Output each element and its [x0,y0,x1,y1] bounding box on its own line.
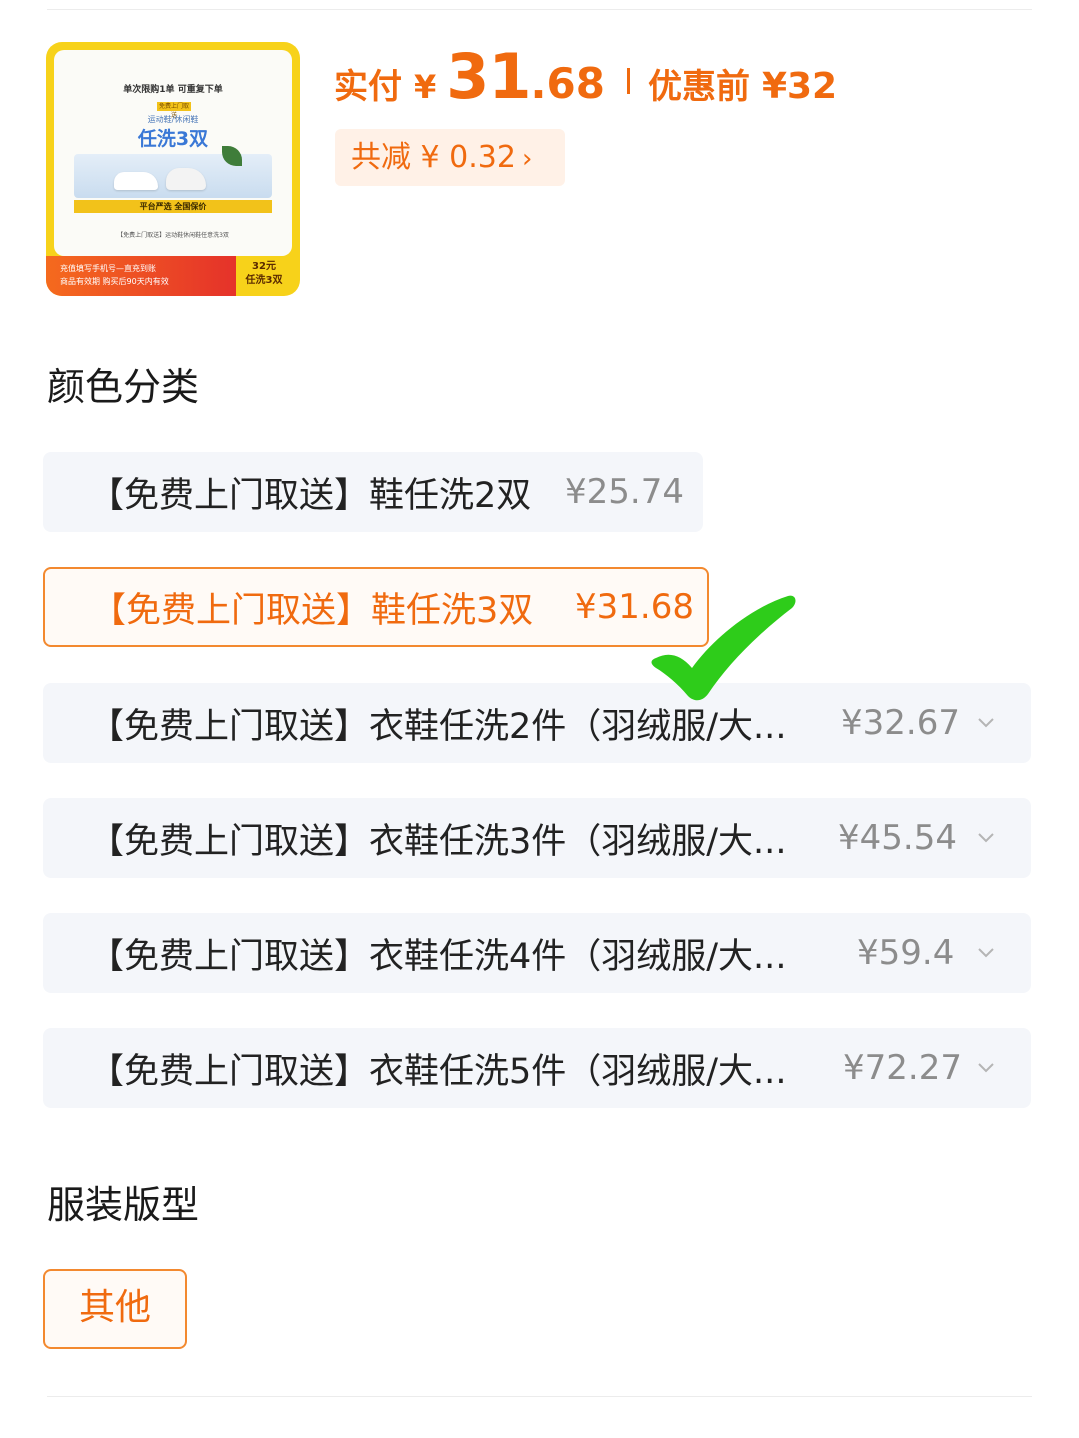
color-option[interactable]: 【免费上门取送】衣鞋任洗2件（羽绒服/大... ¥32.67 [43,683,1031,763]
option-name: 【免费上门取送】衣鞋任洗3件（羽绒服/大... [89,821,787,862]
original-price: ¥32 [761,66,838,107]
badge-line-1: 32元 [252,261,276,272]
discount-detail-button[interactable]: 共减 ¥ 0.32 › [335,129,565,186]
banner-line-2: 商品有效期 购买后90天内有效 [60,277,169,286]
option-price: ¥45.54 [838,818,957,858]
option-name: 【免费上门取送】鞋任洗3双 [91,590,534,631]
chevron-down-icon[interactable] [977,1059,995,1077]
option-price: ¥72.27 [843,1048,962,1088]
product-image-headline: 单次限购1单 可重复下单 [123,85,223,95]
price-separator [626,68,630,94]
green-check-mark-icon [651,595,796,701]
color-option[interactable]: 【免费上门取送】衣鞋任洗4件（羽绒服/大... ¥59.4 [43,913,1031,993]
currency-symbol: ¥ [414,68,437,106]
banner-line-1: 充值填写手机号—直充到账 [60,264,156,273]
product-image-badge: 32元 任洗3双 [236,260,292,292]
chevron-right-icon: › [521,144,533,174]
option-name: 【免费上门取送】衣鞋任洗5件（羽绒服/大... [89,1051,787,1092]
price-decimal: .68 [530,59,605,108]
product-image-small-text: 【免费上门取送】运动鞋休闲鞋任意洗3双 [117,232,229,239]
top-divider [47,9,1032,10]
discount-text: 共减 ¥ 0.32 [351,140,516,175]
fit-section-title: 服装版型 [47,1183,200,1227]
product-image-bar: 平台严选 全国保价 [74,200,272,213]
price-integer: 31 [446,40,531,113]
price-summary: 实付 ¥ 31 .68 优惠前 ¥32 [334,40,838,113]
badge-line-2: 任洗3双 [245,275,283,286]
option-price: ¥32.67 [841,703,960,743]
chevron-down-icon[interactable] [977,944,995,962]
original-price-label: 优惠前 [647,67,750,107]
product-image-tag: 免费上门取送 [157,102,191,119]
pay-label: 实付 [334,67,402,107]
chevron-down-icon[interactable] [977,714,995,732]
shoe-illustration [114,172,158,190]
fit-option-other[interactable]: 其他 [43,1269,187,1349]
product-image-banner: 充值填写手机号—直充到账 商品有效期 购买后90天内有效 [46,256,236,296]
color-section-title: 颜色分类 [47,365,200,409]
bottom-divider [47,1396,1032,1397]
color-option[interactable]: 【免费上门取送】鞋任洗2双 ¥25.74 [43,452,703,532]
option-price: ¥25.74 [565,472,684,512]
product-image-main-text: 任洗3双 [137,128,209,150]
color-option[interactable]: 【免费上门取送】衣鞋任洗5件（羽绒服/大... ¥72.27 [43,1028,1031,1108]
option-price: ¥59.4 [857,933,955,973]
chevron-down-icon[interactable] [977,829,995,847]
color-option-selected[interactable]: 【免费上门取送】鞋任洗3双 ¥31.68 [43,567,709,647]
option-name: 【免费上门取送】衣鞋任洗4件（羽绒服/大... [89,936,787,977]
option-name: 【免费上门取送】鞋任洗2双 [89,475,532,516]
product-image[interactable]: 单次限购1单 可重复下单 免费上门取送 运动鞋/休闲鞋 任洗3双 平台严选 全国… [46,42,300,296]
color-option[interactable]: 【免费上门取送】衣鞋任洗3件（羽绒服/大... ¥45.54 [43,798,1031,878]
product-image-panel: 单次限购1单 可重复下单 免费上门取送 运动鞋/休闲鞋 任洗3双 平台严选 全国… [54,50,292,256]
